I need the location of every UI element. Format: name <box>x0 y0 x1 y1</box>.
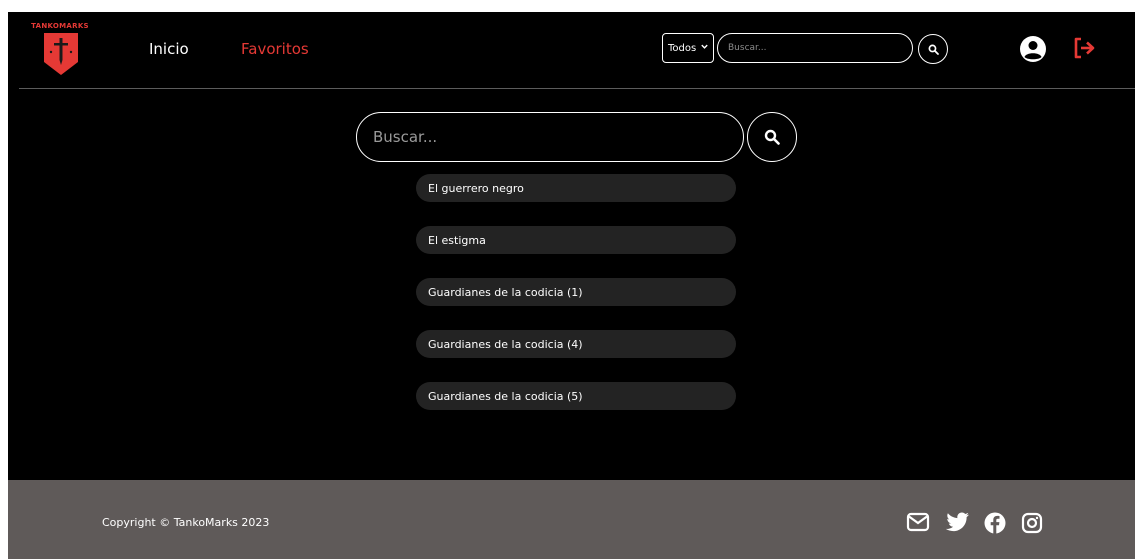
result-item[interactable]: El estigma <box>416 226 736 254</box>
search-icon <box>764 129 780 145</box>
mail-icon[interactable] <box>906 512 930 532</box>
main-search-input[interactable] <box>356 112 744 162</box>
shield-logo-icon <box>44 33 78 75</box>
search-icon <box>928 44 939 55</box>
header-search-button[interactable] <box>918 34 948 64</box>
header-divider <box>19 88 1135 89</box>
logo-text: TANKOMARKS <box>31 22 89 30</box>
result-item[interactable]: Guardianes de la codicia (5) <box>416 382 736 410</box>
result-item[interactable]: Guardianes de la codicia (4) <box>416 330 736 358</box>
header: TANKOMARKS Inicio Favoritos Todos <box>8 12 1135 88</box>
logo[interactable]: TANKOMARKS <box>30 22 90 78</box>
result-item[interactable]: Guardianes de la codicia (1) <box>416 278 736 306</box>
instagram-icon[interactable] <box>1021 512 1043 534</box>
search-results-list: El guerrero negro El estigma Guardianes … <box>416 174 736 434</box>
app-window: TANKOMARKS Inicio Favoritos Todos Buscar… <box>8 12 1135 559</box>
filter-selected-value: Todos <box>668 42 697 54</box>
nav-favoritos[interactable]: Favoritos <box>241 40 309 58</box>
footer: Copyright © TankoMarks 2023 <box>8 480 1135 559</box>
nav-inicio[interactable]: Inicio <box>149 40 189 58</box>
facebook-icon[interactable] <box>984 512 1006 534</box>
copyright-text: Copyright © TankoMarks 2023 <box>102 516 270 529</box>
logout-icon[interactable] <box>1072 36 1098 60</box>
result-item[interactable]: El guerrero negro <box>416 174 736 202</box>
twitter-icon[interactable] <box>946 512 970 532</box>
user-icon[interactable] <box>1019 35 1047 63</box>
header-search-input[interactable] <box>717 33 913 63</box>
main-search-button[interactable] <box>747 112 797 162</box>
category-filter-select[interactable]: Todos <box>662 33 714 63</box>
chevron-down-icon <box>701 44 708 49</box>
